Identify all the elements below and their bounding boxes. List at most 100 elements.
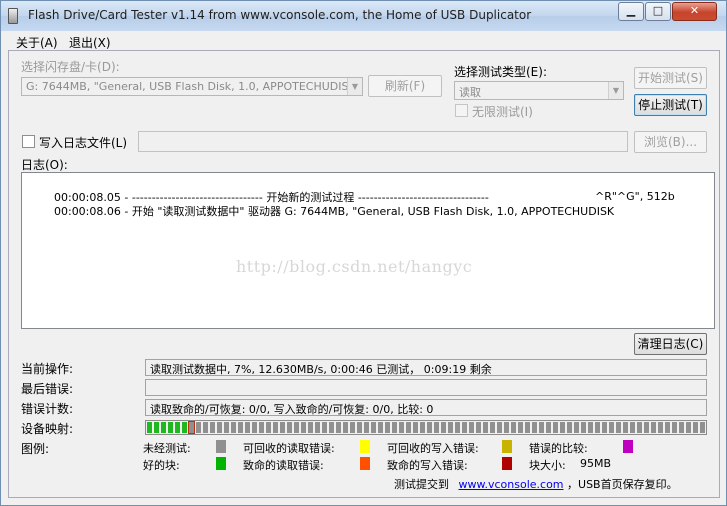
legend-compare-error-label: 错误的比较: [529,442,588,455]
device-map-block [196,422,201,433]
test-type-select[interactable]: 读取 ▼ [454,81,624,100]
window-title: Flash Drive/Card Tester v1.14 from www.v… [28,8,532,22]
legend-recoverable-write-label: 可回收的写入错误: [387,442,479,455]
device-map-block [462,422,467,433]
device-map-block [602,422,607,433]
device-map-block [483,422,488,433]
device-map-block [224,422,229,433]
browse-button[interactable]: 浏览(B)... [634,131,707,153]
device-map-block [280,422,285,433]
log-line: 00:00:08.06 - 开始 "读取测试数据中" 驱动器 G: 7644MB… [26,190,710,218]
legend-fatal-write-swatch [502,457,512,470]
device-map-block [469,422,474,433]
stop-test-button[interactable]: 停止测试(T) [634,94,707,116]
device-map-block [581,422,586,433]
device-map-block [245,422,250,433]
device-map-block [686,422,691,433]
write-log-checkbox[interactable] [22,135,35,148]
device-map-block [168,422,173,433]
menu-exit[interactable]: 退出(X) [69,34,111,51]
device-map-block [378,422,383,433]
legend-fatal-read-label: 致命的读取错误: [243,459,324,472]
error-count-value: 读取致命的/可恢复: 0/0, 写入致命的/可恢复: 0/0, 比较: 0 [145,399,707,416]
device-map-block [266,422,271,433]
device-map-block [658,422,663,433]
log-list[interactable]: 00:00:08.05 - --------------------------… [21,172,715,329]
footer-note: 测试提交到 www.vconsole.com ，USB首页保存复印。 [394,476,678,492]
device-map-block [238,422,243,433]
drive-select[interactable]: G: 7644MB, "General, USB Flash Disk, 1.0… [21,77,363,96]
device-map-block [532,422,537,433]
close-button[interactable]: ✕ [672,2,717,21]
footer-suffix: ，USB首页保存复印。 [567,478,678,491]
device-map-block [392,422,397,433]
legend-recoverable-read-label: 可回收的读取错误: [243,442,335,455]
menu-bar: 关于(A) 退出(X) [8,31,721,50]
device-map-block [188,421,195,434]
device-map-block [539,422,544,433]
device-map-block [637,422,642,433]
device-map-block [511,422,516,433]
device-map-block [203,422,208,433]
device-map-block [357,422,362,433]
device-map-block [399,422,404,433]
log-line-tail: ^R"^G", 512b [595,190,675,203]
device-map-block [182,422,187,433]
device-map-block [448,422,453,433]
device-map-block [161,422,166,433]
device-map-block [231,422,236,433]
device-map-block [322,422,327,433]
maximize-button[interactable]: □ [645,2,671,21]
device-map-block [490,422,495,433]
legend-untested-swatch [216,440,226,453]
minimize-button[interactable]: ▁ [618,2,644,21]
device-map-block [210,422,215,433]
app-window: Flash Drive/Card Tester v1.14 from www.v… [0,0,727,506]
device-map-block [273,422,278,433]
device-map-block [308,422,313,433]
last-error-label: 最后错误: [21,382,74,396]
start-test-button[interactable]: 开始测试(S) [634,67,707,89]
device-map-block [147,422,152,433]
title-bar[interactable]: Flash Drive/Card Tester v1.14 from www.v… [1,1,726,31]
last-error-value [145,379,707,396]
device-map-block [644,422,649,433]
legend-recoverable-write-swatch [502,440,512,453]
unlimited-test-checkbox[interactable] [455,104,468,117]
device-map-block [588,422,593,433]
device-map-block [420,422,425,433]
device-map-block [301,422,306,433]
device-map-block [385,422,390,433]
log-label: 日志(O): [21,158,68,172]
block-size-label: 块大小: [529,459,566,472]
vconsole-link[interactable]: www.vconsole.com [459,478,564,491]
device-map-block [350,422,355,433]
device-map-block [427,422,432,433]
unlimited-test-label: 无限测试(I) [472,105,533,119]
refresh-button[interactable]: 刷新(F) [368,75,442,97]
device-map-block [651,422,656,433]
device-map-block [679,422,684,433]
device-map-block [217,422,222,433]
log-line: 00:00:08.05 - --------------------------… [26,176,710,204]
legend-good-label: 好的块: [143,459,180,472]
device-map-block [693,422,698,433]
device-map-block [371,422,376,433]
device-map-block [364,422,369,433]
device-map-block [175,422,180,433]
legend-recoverable-read-swatch [360,440,370,453]
legend-label: 图例: [21,442,50,456]
device-map-block [455,422,460,433]
device-map-block [630,422,635,433]
chevron-down-icon: ▼ [608,82,623,99]
usb-drive-icon [8,8,18,24]
log-file-path-input[interactable] [138,131,628,152]
device-map-block [413,422,418,433]
menu-about[interactable]: 关于(A) [16,34,58,51]
device-map [145,420,707,435]
clear-log-button[interactable]: 清理日志(C) [634,333,707,355]
device-map-block [441,422,446,433]
device-map-block [567,422,572,433]
device-map-block [623,422,628,433]
device-map-block [560,422,565,433]
